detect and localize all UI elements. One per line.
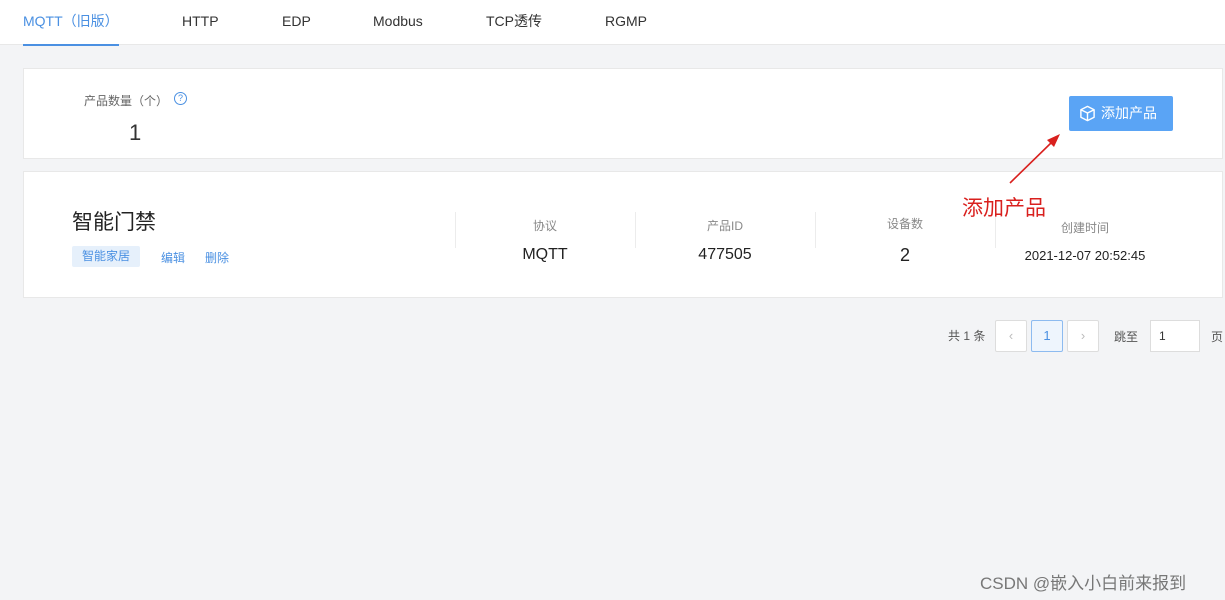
product-card: 智能门禁 智能家居 编辑 删除 协议 MQTT 产品ID 477505 设备数 … bbox=[23, 171, 1223, 298]
product-count-label: 产品数量（个） bbox=[84, 94, 169, 108]
tab-http[interactable]: HTTP bbox=[182, 0, 219, 45]
annotation-text: 添加产品 bbox=[962, 196, 1046, 220]
tab-rgmp[interactable]: RGMP bbox=[605, 0, 647, 45]
device-count-value: 2 bbox=[899, 245, 910, 265]
protocol-tabs: MQTT（旧版） HTTP EDP Modbus TCP透传 RGMP bbox=[0, 0, 1225, 46]
add-product-button[interactable]: 添加产品 bbox=[1069, 96, 1173, 131]
pagination-total: 共 1 条 bbox=[948, 329, 986, 343]
annotation-arrow-icon bbox=[1009, 134, 1060, 184]
tab-mqtt[interactable]: MQTT（旧版） bbox=[23, 0, 119, 46]
help-icon[interactable]: ? bbox=[174, 92, 187, 105]
product-id-value: 477505 bbox=[698, 246, 752, 263]
tab-tcp[interactable]: TCP透传 bbox=[486, 0, 542, 45]
product-id-label: 产品ID bbox=[706, 219, 743, 233]
watermark: CSDN @嵌入小白前来报到 bbox=[980, 574, 1187, 593]
created-time-value: 2021-12-07 20:52:45 bbox=[1024, 248, 1146, 263]
edit-link[interactable]: 编辑 bbox=[161, 249, 185, 266]
page-unit-label: 页 bbox=[1211, 330, 1224, 344]
tab-modbus[interactable]: Modbus bbox=[373, 0, 423, 45]
product-count-value: 1 bbox=[129, 120, 142, 145]
product-category-tag: 智能家居 bbox=[72, 246, 141, 267]
jump-to-label: 跳至 bbox=[1114, 330, 1139, 344]
tab-edp[interactable]: EDP bbox=[282, 0, 311, 45]
next-page-button[interactable]: › bbox=[1067, 320, 1099, 352]
add-product-label: 添加产品 bbox=[1101, 105, 1157, 121]
prev-page-button[interactable]: ‹ bbox=[995, 320, 1027, 352]
jump-page-input[interactable] bbox=[1150, 320, 1200, 352]
protocol-value: MQTT bbox=[522, 246, 568, 263]
page-1-button[interactable]: 1 bbox=[1031, 320, 1063, 352]
product-name: 智能门禁 bbox=[72, 211, 156, 234]
delete-link[interactable]: 删除 bbox=[205, 249, 229, 266]
cube-icon bbox=[1080, 105, 1095, 122]
protocol-label: 协议 bbox=[532, 219, 557, 233]
